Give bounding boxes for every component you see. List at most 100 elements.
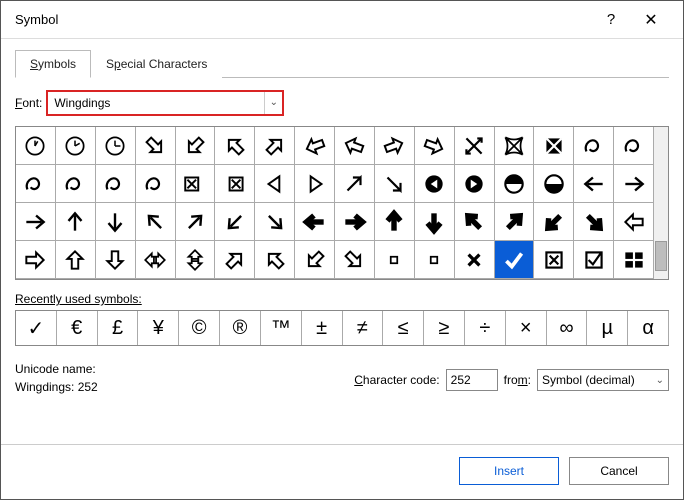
recent-symbol[interactable]: ×: [506, 311, 547, 345]
symbol-cell-clock3[interactable]: [96, 127, 136, 165]
recent-symbol[interactable]: ™: [261, 311, 302, 345]
symbol-cell-hollow-se[interactable]: [335, 241, 375, 279]
symbol-cell-box-x-right[interactable]: [215, 165, 255, 203]
symbol-cell-tri-e[interactable]: [295, 165, 335, 203]
symbol-cell-bold-sw[interactable]: [534, 203, 574, 241]
symbol-cell-arr-dl-hollow[interactable]: [176, 127, 216, 165]
chevron-down-icon: ⌄: [264, 92, 282, 114]
symbol-cell-check[interactable]: [495, 241, 535, 279]
recent-symbol[interactable]: ∞: [547, 311, 588, 345]
insert-button[interactable]: Insert: [459, 457, 559, 485]
recent-label: Recently used symbols:: [15, 292, 669, 306]
recent-symbol[interactable]: ≤: [383, 311, 424, 345]
symbol-cell-half-up[interactable]: [495, 165, 535, 203]
symbol-cell-bold-se[interactable]: [574, 203, 614, 241]
symbol-cell-arr-dr-hollow[interactable]: [136, 127, 176, 165]
symbol-cell-arrowcursor-ne[interactable]: [335, 165, 375, 203]
symbol-cell-bold-n[interactable]: [375, 203, 415, 241]
cancel-button[interactable]: Cancel: [569, 457, 669, 485]
symbol-cell-loop5[interactable]: [136, 165, 176, 203]
symbol-cell-half-down[interactable]: [534, 165, 574, 203]
symbol-cell-leaf1[interactable]: [56, 165, 96, 203]
recent-symbol[interactable]: ÷: [465, 311, 506, 345]
character-code-label: Character code:: [354, 373, 439, 387]
symbol-cell-arrow-ne[interactable]: [176, 203, 216, 241]
symbol-cell-loop2[interactable]: [614, 127, 654, 165]
symbol-cell-hollow-sw[interactable]: [295, 241, 335, 279]
symbol-cell-arrow-n[interactable]: [56, 203, 96, 241]
symbol-cell-tri-w[interactable]: [255, 165, 295, 203]
scrollbar[interactable]: [654, 127, 668, 279]
symbol-cell-clock2[interactable]: [56, 127, 96, 165]
symbol-cell-ring-arrow-e[interactable]: [455, 165, 495, 203]
recent-symbol[interactable]: ©: [179, 311, 220, 345]
font-select[interactable]: Wingdings ⌄: [46, 90, 284, 116]
symbol-cell-arrow-e[interactable]: [614, 165, 654, 203]
symbol-cell-arrowcursor-se[interactable]: [375, 165, 415, 203]
symbol-cell-sq-small2[interactable]: [415, 241, 455, 279]
from-label: from:: [504, 373, 531, 387]
symbol-cell-x-mark[interactable]: [455, 241, 495, 279]
symbol-cell-arrow-short-e[interactable]: [16, 203, 56, 241]
symbol-cell-arr-ul-hollow[interactable]: [215, 127, 255, 165]
recent-symbol[interactable]: ±: [302, 311, 343, 345]
from-value: Symbol (decimal): [542, 373, 635, 387]
tab-special-characters[interactable]: Special Characters: [91, 50, 222, 78]
symbol-cell-arr-ld-hollow[interactable]: [295, 127, 335, 165]
symbol-cell-sq-small[interactable]: [375, 241, 415, 279]
recent-symbol[interactable]: α: [628, 311, 669, 345]
close-button[interactable]: ✕: [631, 10, 671, 30]
symbol-cell-arr-lu-hollow[interactable]: [335, 127, 375, 165]
recent-symbol[interactable]: ≥: [424, 311, 465, 345]
symbol-cell-box-check[interactable]: [574, 241, 614, 279]
symbol-cell-bold-e[interactable]: [335, 203, 375, 241]
symbol-cell-box-x[interactable]: [534, 241, 574, 279]
symbol-cell-arr-ru-hollow[interactable]: [375, 127, 415, 165]
symbol-cell-bold-ne[interactable]: [495, 203, 535, 241]
symbol-cell-hollow-ne[interactable]: [215, 241, 255, 279]
symbol-cell-loop3[interactable]: [16, 165, 56, 203]
recent-symbol[interactable]: ¥: [138, 311, 179, 345]
symbol-cell-loop1[interactable]: [574, 127, 614, 165]
from-select[interactable]: Symbol (decimal) ⌄: [537, 369, 669, 391]
symbol-cell-hollow-we[interactable]: [136, 241, 176, 279]
titlebar: Symbol ? ✕: [1, 1, 683, 39]
symbol-cell-arrow-se[interactable]: [255, 203, 295, 241]
symbol-cell-ornate-square[interactable]: [534, 127, 574, 165]
symbol-cell-arrow-s[interactable]: [96, 203, 136, 241]
symbol-cell-bold-w[interactable]: [295, 203, 335, 241]
unicode-name-label: Unicode name:: [15, 362, 348, 376]
help-button[interactable]: ?: [591, 11, 631, 28]
symbol-cell-arrow-w[interactable]: [574, 165, 614, 203]
unicode-name-block: Unicode name: Wingdings: 252: [15, 362, 348, 398]
symbol-cell-windows[interactable]: [614, 241, 654, 279]
recent-symbol[interactable]: µ: [587, 311, 628, 345]
symbol-cell-hollow-e[interactable]: [16, 241, 56, 279]
character-code-input[interactable]: [446, 369, 498, 391]
symbol-cell-hollow-s[interactable]: [96, 241, 136, 279]
symbol-cell-arr-rd-hollow[interactable]: [415, 127, 455, 165]
recent-symbol[interactable]: €: [57, 311, 98, 345]
symbol-cell-ornate-x[interactable]: [495, 127, 535, 165]
symbol-cell-arr-diagcross[interactable]: [455, 127, 495, 165]
symbol-cell-bold-s[interactable]: [415, 203, 455, 241]
symbol-cell-hollow-w[interactable]: [614, 203, 654, 241]
symbol-cell-clock1[interactable]: [16, 127, 56, 165]
recent-symbol[interactable]: ≠: [343, 311, 384, 345]
scrollbar-thumb[interactable]: [655, 241, 667, 271]
symbol-cell-hollow-n[interactable]: [56, 241, 96, 279]
recent-symbol[interactable]: £: [98, 311, 139, 345]
symbol-cell-arrow-sw[interactable]: [215, 203, 255, 241]
recent-symbol[interactable]: ®: [220, 311, 261, 345]
tab-symbols[interactable]: Symbols: [15, 50, 91, 78]
recent-symbol[interactable]: ✓: [16, 311, 57, 345]
symbol-cell-hollow-ns[interactable]: [176, 241, 216, 279]
symbol-grid: [16, 127, 654, 279]
symbol-cell-arrow-nw[interactable]: [136, 203, 176, 241]
symbol-cell-hollow-nw[interactable]: [255, 241, 295, 279]
symbol-cell-bold-nw[interactable]: [455, 203, 495, 241]
symbol-cell-loop4[interactable]: [96, 165, 136, 203]
symbol-cell-ring-arrow-w[interactable]: [415, 165, 455, 203]
symbol-cell-box-x-left[interactable]: [176, 165, 216, 203]
symbol-cell-arr-ur-hollow[interactable]: [255, 127, 295, 165]
